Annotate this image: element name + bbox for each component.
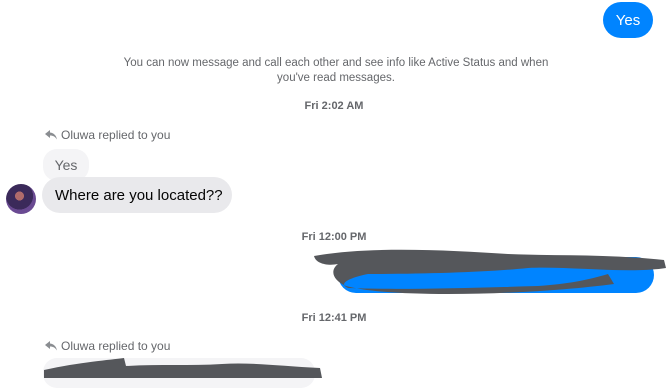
replied-label-text: Oluwa replied to you bbox=[61, 128, 171, 142]
received-message-bubble[interactable]: Where are you located?? bbox=[42, 177, 232, 213]
received-message-text: Where are you located?? bbox=[55, 186, 223, 204]
redaction-scribble bbox=[44, 358, 322, 378]
chat-status-notice: You can now message and call each other … bbox=[123, 57, 549, 84]
quoted-message-text: Yes bbox=[54, 157, 78, 173]
sent-message-text: Yes bbox=[615, 11, 641, 29]
avatar[interactable] bbox=[6, 184, 36, 214]
reply-arrow-icon bbox=[45, 130, 57, 140]
message-timestamp: Fri 2:02 AM bbox=[304, 100, 364, 112]
replied-to-you-label: Oluwa replied to you bbox=[45, 339, 170, 353]
message-timestamp: Fri 12:41 PM bbox=[301, 312, 367, 324]
redaction-scribble bbox=[314, 249, 666, 294]
reply-arrow-icon bbox=[45, 341, 57, 351]
replied-label-text: Oluwa replied to you bbox=[61, 339, 171, 353]
replied-to-you-label: Oluwa replied to you bbox=[45, 128, 170, 142]
message-timestamp: Fri 12:00 PM bbox=[301, 231, 367, 243]
sent-message-bubble[interactable]: Yes bbox=[603, 2, 653, 38]
